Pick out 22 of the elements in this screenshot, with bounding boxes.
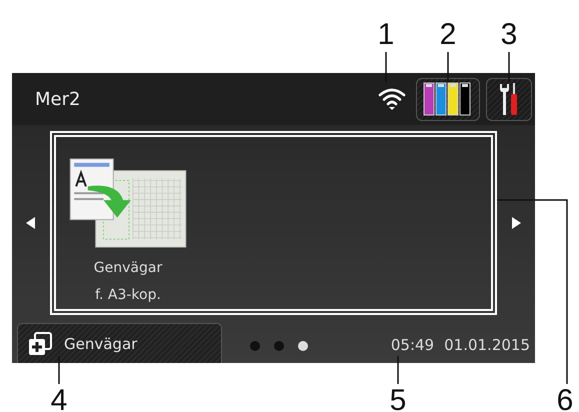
date-text: 01.01.2015 — [444, 336, 530, 354]
leader-line — [397, 356, 399, 384]
settings-button[interactable] — [486, 78, 532, 120]
callout-number: 3 — [500, 20, 518, 50]
add-shortcut-icon — [28, 332, 52, 356]
shortcuts-button[interactable]: Genvägar — [17, 323, 222, 363]
clock-time: 05:49 — [390, 336, 434, 354]
tile-label[interactable]: Genvägar f. A3-kop. — [94, 254, 162, 308]
ink-button[interactable] — [416, 78, 480, 120]
leader-line — [447, 52, 449, 82]
leader-line — [58, 356, 60, 384]
callout-number: 2 — [440, 20, 456, 50]
callout-number: 5 — [390, 386, 406, 412]
document-copy-icon[interactable] — [67, 156, 189, 248]
wifi-icon — [378, 87, 406, 111]
callout-number: 6 — [556, 386, 574, 412]
leader-line — [508, 52, 510, 82]
callout-number: 4 — [50, 386, 68, 412]
screen-title: Mer2 — [35, 88, 82, 110]
ink-cartridges-icon — [423, 82, 473, 116]
callout-number: 1 — [378, 20, 394, 50]
leader-line — [385, 52, 387, 82]
